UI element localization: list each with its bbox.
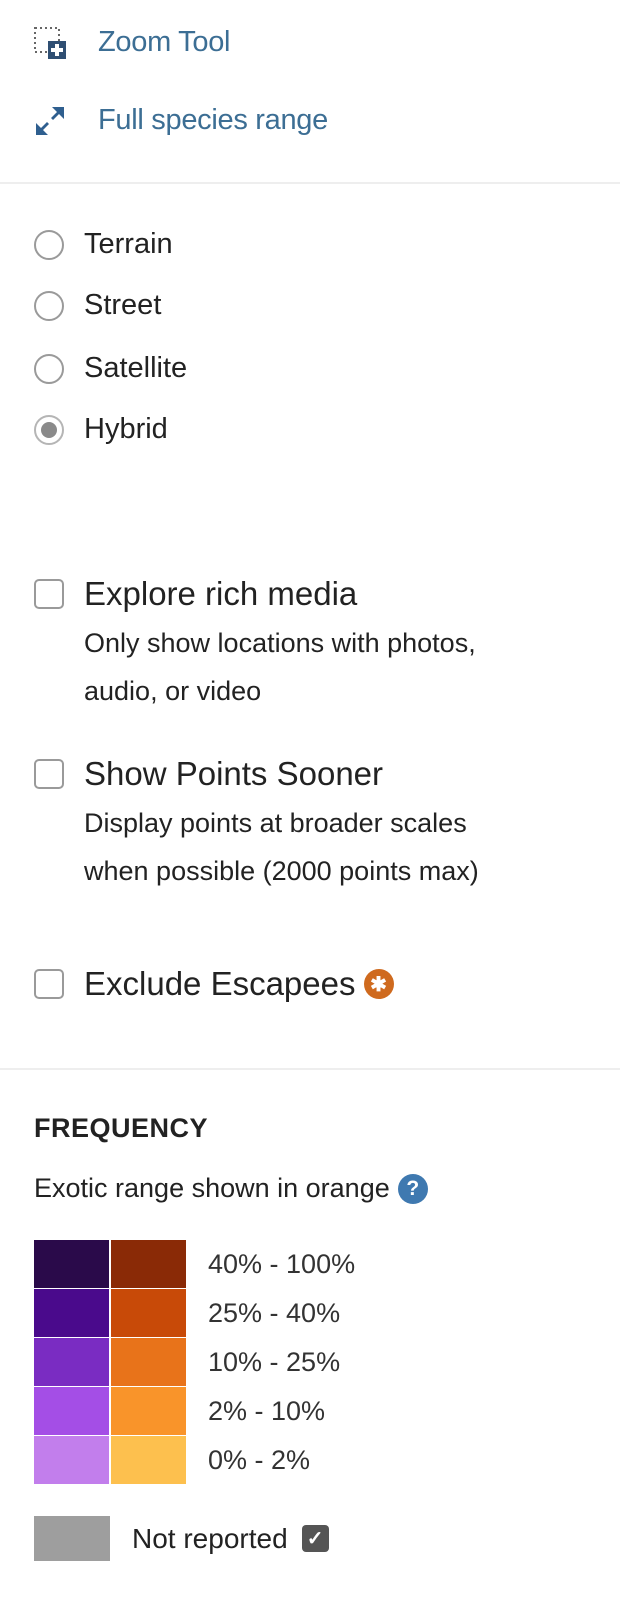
exotic-color-swatch	[111, 1436, 186, 1484]
radio-label-terrain: Terrain	[84, 228, 173, 260]
show-points-sooner-option: Show Points Sooner Display points at bro…	[34, 755, 504, 895]
radio-selected-dot	[41, 421, 57, 438]
exotic-color-swatch	[111, 1289, 186, 1337]
explore-rich-media-option: Explore rich media Only show locations w…	[34, 575, 504, 715]
native-color-swatch	[34, 1289, 109, 1337]
escapee-info-icon[interactable]: ✱	[363, 969, 394, 999]
radio-terrain[interactable]: Terrain	[34, 228, 173, 261]
show-points-sooner-checkbox-row[interactable]: Show Points Sooner	[34, 755, 504, 793]
legend-label: 2% - 10%	[208, 1395, 326, 1426]
radio-street[interactable]: Street	[34, 289, 161, 322]
show-points-sooner-checkbox[interactable]	[34, 759, 64, 789]
explore-rich-media-description: Only show locations with photos, audio, …	[84, 628, 476, 706]
radio-label-hybrid: Hybrid	[84, 413, 168, 445]
help-question-icon[interactable]: ?	[397, 1173, 428, 1204]
frequency-subtitle-row: Exotic range shown in orange ?	[34, 1173, 428, 1204]
full-species-range-label: Full species range	[98, 104, 328, 136]
expand-arrows-icon	[34, 105, 66, 137]
zoom-tool-label: Zoom Tool	[98, 26, 231, 58]
not-reported-swatch	[34, 1516, 110, 1561]
native-color-swatch	[34, 1240, 109, 1288]
radio-button[interactable]	[34, 353, 64, 384]
native-color-swatch	[34, 1387, 109, 1435]
zoom-tool-icon	[34, 26, 66, 59]
radio-label-satellite: Satellite	[84, 352, 188, 384]
radio-satellite[interactable]: Satellite	[34, 352, 187, 385]
show-points-sooner-label: Show Points Sooner	[84, 755, 384, 792]
legend-label: 25% - 40%	[208, 1297, 341, 1328]
radio-hybrid[interactable]: Hybrid	[34, 413, 168, 446]
not-reported-checkbox[interactable]: ✓	[301, 1525, 329, 1552]
divider	[0, 1068, 620, 1070]
explore-rich-media-label: Explore rich media	[84, 575, 358, 612]
frequency-title: FREQUENCY	[34, 1113, 209, 1143]
frequency-subtitle: Exotic range shown in orange	[34, 1173, 390, 1203]
radio-button[interactable]	[34, 290, 64, 321]
exclude-escapees-option: Exclude Escapees ✱	[34, 965, 394, 1003]
exotic-color-swatch	[111, 1240, 186, 1288]
legend-label: 40% - 100%	[208, 1248, 356, 1279]
legend-label: 0% - 2%	[208, 1444, 311, 1475]
legend-row: 2% - 10%	[34, 1387, 355, 1435]
divider	[0, 182, 620, 184]
explore-rich-media-checkbox-row[interactable]: Explore rich media	[34, 575, 504, 613]
legend-row: 25% - 40%	[34, 1289, 355, 1337]
not-reported-label: Not reported	[132, 1522, 288, 1554]
exclude-escapees-checkbox[interactable]	[34, 969, 64, 999]
exclude-escapees-label: Exclude Escapees	[84, 965, 356, 1002]
zoom-tool-button[interactable]: Zoom Tool	[34, 26, 230, 59]
exotic-color-swatch	[111, 1387, 186, 1435]
radio-button-selected[interactable]	[34, 414, 64, 445]
legend-row: 0% - 2%	[34, 1436, 355, 1484]
exotic-color-swatch	[111, 1338, 186, 1386]
not-reported-row: Not reported ✓	[34, 1516, 329, 1561]
explore-rich-media-checkbox[interactable]	[34, 579, 64, 609]
native-color-swatch	[34, 1436, 109, 1484]
full-species-range-button[interactable]: Full species range	[34, 104, 328, 137]
legend-row: 40% - 100%	[34, 1240, 355, 1288]
legend-row: 10% - 25%	[34, 1338, 355, 1386]
frequency-legend: 40% - 100% 25% - 40% 10% - 25% 2% - 10% …	[34, 1240, 355, 1485]
legend-label: 10% - 25%	[208, 1346, 341, 1377]
radio-button[interactable]	[34, 229, 64, 260]
exclude-escapees-checkbox-row[interactable]: Exclude Escapees ✱	[34, 965, 394, 1003]
radio-label-street: Street	[84, 289, 162, 321]
show-points-sooner-description: Display points at broader scales when po…	[84, 808, 479, 886]
native-color-swatch	[34, 1338, 109, 1386]
